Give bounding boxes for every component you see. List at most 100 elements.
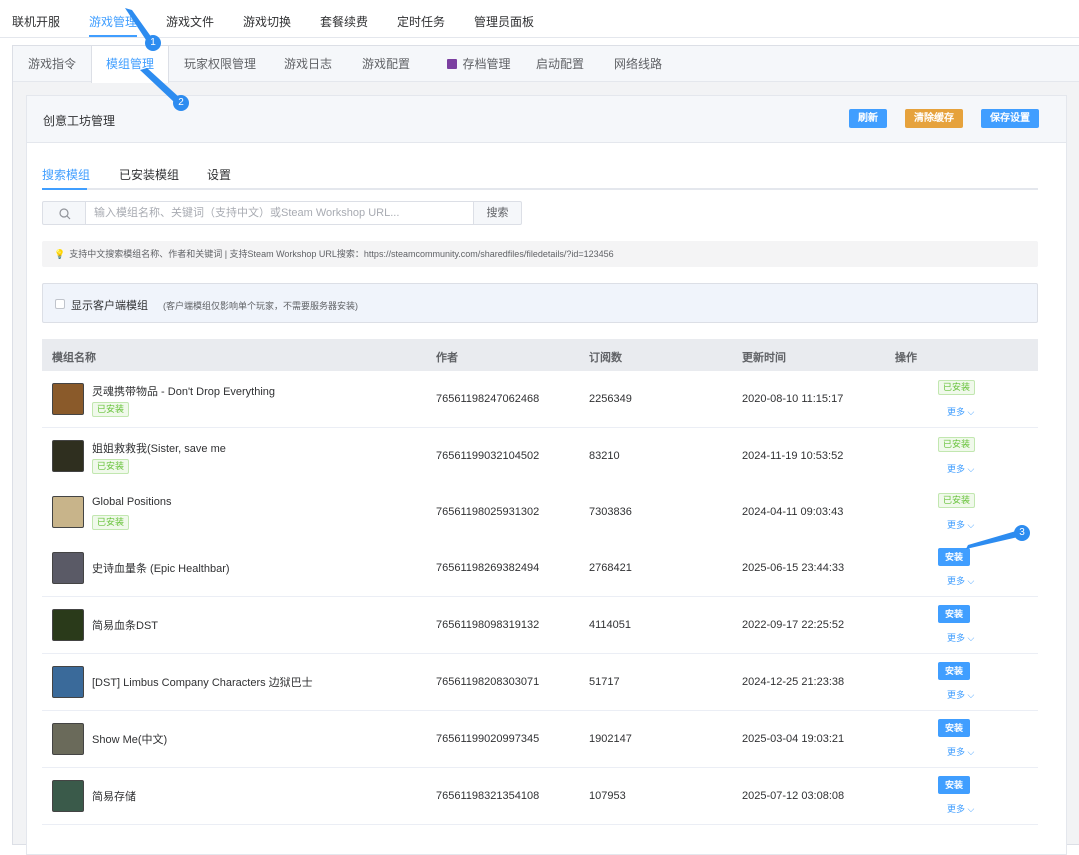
mod-updated: 2020-08-10 11:15:17 <box>742 393 844 405</box>
mod-subscriptions: 1902147 <box>589 733 632 745</box>
mod-name[interactable]: 简易存储 <box>92 788 136 804</box>
mod-name[interactable]: 史诗血量条 (Epic Healthbar) <box>92 560 230 576</box>
mod-name[interactable]: 姐姐救救我(Sister, save me <box>92 440 226 456</box>
mod-name[interactable]: 简易血条DST <box>92 617 158 633</box>
mod-updated: 2024-04-11 09:03:43 <box>742 506 844 518</box>
install-button[interactable]: 安装 <box>938 776 970 794</box>
more-dropdown[interactable]: 更多 ⌵ <box>947 518 974 531</box>
mod-thumbnail <box>52 780 84 812</box>
search-icon <box>59 208 71 220</box>
search-tip: 💡 支持中文搜索模组名称、作者和关键词 | 支持Steam Workshop UR… <box>42 241 1038 267</box>
inner-tab-indicator <box>42 188 87 190</box>
lightbulb-icon: 💡 <box>54 249 66 259</box>
mod-thumbnail <box>52 723 84 755</box>
mod-author: 76561198098319132 <box>436 619 540 631</box>
client-mods-label[interactable]: 显示客户端模组 <box>71 297 148 313</box>
callout-marker-1: 1 <box>145 35 161 51</box>
table-row: Show Me(中文) 76561199020997345 1902147 2025-… <box>42 711 1038 768</box>
mod-inner-tabs: 搜索模组 已安装模组 设置 <box>42 162 1038 190</box>
install-button[interactable]: 安装 <box>938 719 970 737</box>
card-title: 创意工坊管理 <box>43 114 116 128</box>
tab-player-permissions[interactable]: 玩家权限管理 <box>171 46 269 82</box>
header-subs: 订阅数 <box>589 352 622 364</box>
tab-game-logs[interactable]: 游戏日志 <box>269 46 347 82</box>
mod-subscriptions: 83210 <box>589 450 620 462</box>
more-dropdown[interactable]: 更多 ⌵ <box>947 688 974 701</box>
tab-game-config[interactable]: 游戏配置 <box>347 46 425 82</box>
mod-author: 76561198208303071 <box>436 676 540 688</box>
search-input[interactable] <box>85 201 474 225</box>
tab-mod-manage[interactable]: 模组管理 <box>91 46 169 83</box>
topnav-item-game-files[interactable]: 游戏文件 <box>166 13 214 30</box>
header-updated: 更新时间 <box>742 352 786 364</box>
topnav-item-admin[interactable]: 管理员面板 <box>474 13 534 30</box>
topnav-item-renew[interactable]: 套餐续费 <box>320 13 368 30</box>
topnav-item-game-switch[interactable]: 游戏切换 <box>243 13 291 30</box>
table-row: Global Positions 已安装 76561198025931302 7303… <box>42 484 1038 541</box>
client-mods-checkbox[interactable] <box>55 299 65 309</box>
mod-subscriptions: 107953 <box>589 790 626 802</box>
more-dropdown[interactable]: 更多 ⌵ <box>947 745 974 758</box>
installed-status-badge: 已安装 <box>938 437 976 452</box>
mod-author: 76561198269382494 <box>436 562 540 574</box>
header-actions: 操作 <box>895 352 917 364</box>
client-mods-option: 显示客户端模组 (客户端模组仅影响单个玩家，不需要服务器安装) <box>42 283 1038 323</box>
floppy-icon <box>447 59 458 69</box>
install-button[interactable]: 安装 <box>938 662 970 680</box>
table-header: 模组名称 作者 订阅数 更新时间 操作 <box>42 339 1038 371</box>
mod-author: 76561199032104502 <box>436 450 540 462</box>
installed-status-badge: 已安装 <box>938 493 976 508</box>
tab-save-manage-label: 存档管理 <box>462 57 511 71</box>
mod-updated: 2024-12-25 21:23:38 <box>742 676 845 688</box>
clear-cache-button[interactable]: 清除缓存 <box>905 109 963 128</box>
mod-updated: 2025-07-12 03:08:08 <box>742 790 845 802</box>
sub-tabs: 游戏指令 模组管理 玩家权限管理 游戏日志 游戏配置 存档管理 启动配置 网络线… <box>13 46 1079 83</box>
tab-installed-mods[interactable]: 已安装模组 <box>119 166 179 183</box>
mod-updated: 2025-03-04 19:03:21 <box>742 733 845 745</box>
mod-updated: 2024-11-19 10:53:52 <box>742 450 844 462</box>
mod-name[interactable]: 灵魂携带物品 - Don't Drop Everything <box>92 383 275 399</box>
more-dropdown[interactable]: 更多 ⌵ <box>947 462 974 475</box>
installed-badge: 已安装 <box>92 459 130 474</box>
mod-author: 76561198321354108 <box>436 790 540 802</box>
callout-marker-2: 2 <box>173 95 189 111</box>
install-button[interactable]: 安装 <box>938 605 970 623</box>
refresh-button[interactable]: 刷新 <box>849 109 887 128</box>
mod-name[interactable]: Global Positions <box>92 496 172 508</box>
tab-search-mods[interactable]: 搜索模组 <box>42 166 90 183</box>
tab-startup-config[interactable]: 启动配置 <box>521 46 599 82</box>
client-mods-hint: (客户端模组仅影响单个玩家，不需要服务器安装) <box>163 301 358 311</box>
more-dropdown[interactable]: 更多 ⌵ <box>947 631 974 644</box>
save-settings-button[interactable]: 保存设置 <box>981 109 1039 128</box>
topnav-item-game-manage[interactable]: 游戏管理 <box>89 13 137 30</box>
installed-badge: 已安装 <box>92 515 130 530</box>
tab-game-commands[interactable]: 游戏指令 <box>13 46 91 82</box>
table-row: 史诗血量条 (Epic Healthbar) 76561198269382494 2… <box>42 540 1038 597</box>
mod-name[interactable]: Show Me(中文) <box>92 731 167 747</box>
mod-thumbnail <box>52 552 84 584</box>
more-dropdown[interactable]: 更多 ⌵ <box>947 574 974 587</box>
topnav-item-schedule[interactable]: 定时任务 <box>397 13 445 30</box>
installed-badge: 已安装 <box>92 402 130 417</box>
mod-updated: 2025-06-15 23:44:33 <box>742 562 845 574</box>
mod-updated: 2022-09-17 22:25:52 <box>742 619 845 631</box>
tab-mod-settings[interactable]: 设置 <box>207 166 231 183</box>
table-row: 姐姐救救我(Sister, save me 已安装 7656119903210450… <box>42 428 1038 485</box>
mod-name[interactable]: [DST] Limbus Company Characters 边狱巴士 <box>92 674 313 690</box>
topnav-item-server[interactable]: 联机开服 <box>12 13 60 30</box>
table-row: 简易血条DST 76561198098319132 4114051 2022-09-1… <box>42 597 1038 654</box>
mod-thumbnail <box>52 609 84 641</box>
header-mod-name: 模组名称 <box>52 352 96 364</box>
tab-save-manage[interactable]: 存档管理 <box>429 46 529 82</box>
install-button[interactable]: 安装 <box>938 548 970 566</box>
more-dropdown[interactable]: 更多 ⌵ <box>947 405 974 418</box>
mod-subscriptions: 2256349 <box>589 393 632 405</box>
tab-network-lines[interactable]: 网络线路 <box>599 46 677 82</box>
mod-thumbnail <box>52 496 84 528</box>
search-button[interactable]: 搜索 <box>473 201 522 225</box>
more-dropdown[interactable]: 更多 ⌵ <box>947 802 974 815</box>
installed-status-badge: 已安装 <box>938 380 976 395</box>
table-row: 简易存储 76561198321354108 107953 2025-07-12 03… <box>42 768 1038 825</box>
mod-thumbnail <box>52 383 84 415</box>
table-row: [DST] Limbus Company Characters 边狱巴士 7656… <box>42 654 1038 711</box>
